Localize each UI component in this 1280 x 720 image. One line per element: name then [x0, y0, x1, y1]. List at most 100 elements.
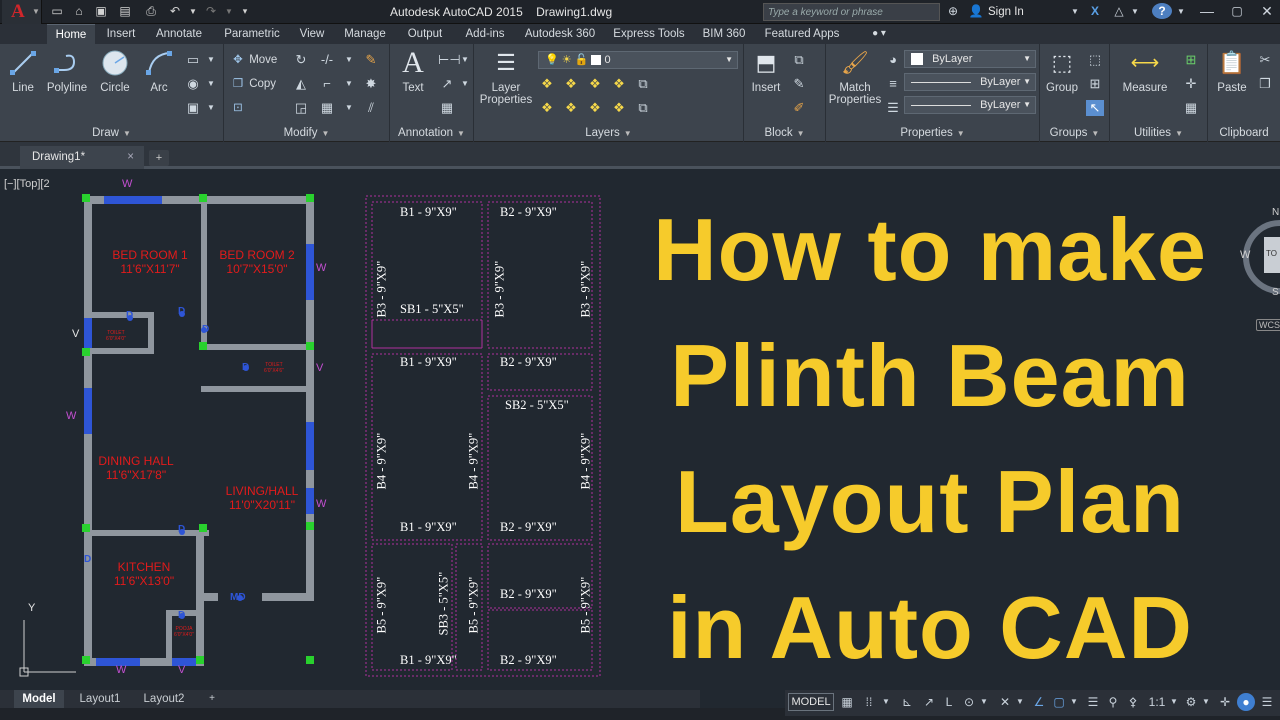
- modify-group-title[interactable]: Modify ▼: [224, 127, 389, 139]
- utilities-group-title[interactable]: Utilities ▼: [1110, 127, 1207, 139]
- trim-icon[interactable]: -/-: [318, 52, 336, 68]
- polar-tracking-icon[interactable]: ⊙: [961, 693, 977, 711]
- scale-icon[interactable]: ◲: [292, 100, 310, 116]
- scale-dropdown-icon[interactable]: ▼: [1169, 693, 1179, 711]
- tab-layout2[interactable]: Layout2: [134, 690, 194, 708]
- fillet-dropdown-icon[interactable]: ▼: [340, 76, 358, 92]
- line-button[interactable]: Line: [6, 48, 40, 94]
- workspace-dropdown-icon[interactable]: ▼: [1201, 693, 1211, 711]
- array-icon[interactable]: ▦: [318, 100, 336, 116]
- layer-tool-3-icon[interactable]: ❖: [586, 76, 604, 92]
- hatch-icon[interactable]: ◉: [184, 76, 202, 92]
- snap-dropdown-icon[interactable]: ▼: [881, 693, 891, 711]
- id-point-icon[interactable]: ✛: [1182, 76, 1200, 92]
- rectangle-icon[interactable]: ▭: [184, 52, 202, 68]
- boundary-icon[interactable]: ▣: [184, 100, 202, 116]
- undo-dropdown-icon[interactable]: ▼: [184, 3, 202, 20]
- boundary-dropdown-icon[interactable]: ▼: [202, 100, 220, 116]
- tab-express-tools[interactable]: Express Tools: [606, 24, 692, 44]
- tab-view[interactable]: View: [292, 24, 332, 44]
- undo-icon[interactable]: ↶: [166, 3, 184, 20]
- maximize-icon[interactable]: ▢: [1226, 3, 1248, 20]
- dynamic-input-icon[interactable]: ↗: [921, 693, 937, 711]
- leader-dropdown-icon[interactable]: ▼: [456, 76, 474, 92]
- lineweight-dropdown[interactable]: ByLayer ▼: [904, 96, 1036, 114]
- drawing-canvas[interactable]: [−][Top][2 BED ROOM 1 11'6"X11'7" BED RO…: [0, 172, 1280, 690]
- leader-icon[interactable]: ↗: [438, 76, 456, 92]
- annotation-group-title[interactable]: Annotation ▼: [390, 127, 473, 139]
- help-dropdown-icon[interactable]: ▼: [1176, 3, 1186, 20]
- close-icon[interactable]: ✕: [1256, 3, 1278, 20]
- table-icon[interactable]: ▦: [438, 100, 456, 116]
- edit-block-icon[interactable]: ✎: [790, 76, 808, 92]
- viewcube-south-label[interactable]: S: [1272, 287, 1279, 298]
- layer-tool-9-icon[interactable]: ❖: [610, 100, 628, 116]
- object-snap-icon[interactable]: ▢: [1051, 693, 1067, 711]
- layer-tool-7-icon[interactable]: ❖: [562, 100, 580, 116]
- osnap-dropdown-icon[interactable]: ▼: [1069, 693, 1079, 711]
- sign-in-button[interactable]: Sign In: [988, 6, 1024, 18]
- save-as-icon[interactable]: ▤: [116, 3, 134, 20]
- layer-tool-5-icon[interactable]: ⧉: [634, 76, 652, 92]
- rotate-icon[interactable]: ↻: [292, 52, 310, 68]
- layer-tool-6-icon[interactable]: ❖: [538, 100, 556, 116]
- model-space-button[interactable]: MODEL: [788, 693, 834, 711]
- group-selection-icon[interactable]: ↖: [1086, 100, 1104, 116]
- infer-constraints-icon[interactable]: ⊾: [899, 693, 915, 711]
- layer-dropdown[interactable]: 💡 ☀ 🔓 0 ▼: [538, 51, 738, 69]
- stay-connected-icon[interactable]: △: [1110, 3, 1128, 20]
- match-properties-button[interactable]: 🖌 Match Properties: [828, 48, 882, 106]
- layer-tool-10-icon[interactable]: ⧉: [634, 100, 652, 116]
- open-file-icon[interactable]: ⌂: [70, 3, 88, 20]
- hatch-dropdown-icon[interactable]: ▼: [202, 76, 220, 92]
- print-icon[interactable]: ⎙: [142, 3, 160, 20]
- binoculars-icon[interactable]: ⊕: [944, 3, 962, 20]
- tab-autodesk-360[interactable]: Autodesk 360: [518, 24, 602, 44]
- lineweight-toggle-icon[interactable]: ☰: [1085, 693, 1101, 711]
- create-block-icon[interactable]: ⧉: [790, 52, 808, 68]
- annotation-scale-icon[interactable]: ⚴: [1125, 693, 1141, 711]
- annotation-monitor-icon[interactable]: ✛: [1217, 693, 1233, 711]
- cut-icon[interactable]: ✂: [1256, 52, 1274, 68]
- tab-parametric[interactable]: Parametric: [216, 24, 288, 44]
- text-button[interactable]: A Text: [394, 48, 432, 95]
- new-tab-button[interactable]: +: [149, 150, 169, 166]
- annotation-scale-value[interactable]: 1:1: [1145, 693, 1169, 711]
- edit-attributes-icon[interactable]: ✐: [790, 100, 808, 116]
- snap-icon[interactable]: ⁞⁞: [861, 693, 877, 711]
- application-menu-button[interactable]: A ▼: [2, 0, 42, 24]
- isolate-objects-icon[interactable]: ●: [1237, 693, 1255, 711]
- grid-icon[interactable]: ▦: [839, 693, 855, 711]
- group-button[interactable]: ⬚ Group: [1042, 48, 1082, 94]
- explode-icon[interactable]: ✸: [362, 76, 380, 92]
- block-group-title[interactable]: Block ▼: [744, 127, 825, 139]
- customization-icon[interactable]: ☰: [1259, 693, 1275, 711]
- viewcube[interactable]: N W S TO WCS: [1240, 207, 1280, 347]
- tab-featured-apps[interactable]: Featured Apps: [756, 24, 848, 44]
- layers-group-title[interactable]: Layers ▼: [474, 127, 743, 139]
- calculator-icon[interactable]: ▦: [1182, 100, 1200, 116]
- array-dropdown-icon[interactable]: ▼: [340, 100, 358, 116]
- layer-tool-1-icon[interactable]: ❖: [538, 76, 556, 92]
- circle-button[interactable]: Circle: [96, 48, 134, 94]
- dimension-icon[interactable]: ⊢⊣: [438, 52, 461, 68]
- copy-clip-icon[interactable]: ❐: [1256, 76, 1274, 92]
- quick-calc-icon[interactable]: ⊞: [1182, 52, 1200, 68]
- arc-button[interactable]: Arc: [142, 48, 176, 94]
- customize-toolbar-icon[interactable]: ▾: [236, 3, 254, 20]
- save-icon[interactable]: ▣: [92, 3, 110, 20]
- mirror-icon[interactable]: ◭: [292, 76, 310, 92]
- polar-dropdown-icon[interactable]: ▼: [979, 693, 989, 711]
- viewcube-west-label[interactable]: W: [1240, 249, 1250, 261]
- tab-output[interactable]: Output: [398, 24, 452, 44]
- close-tab-icon[interactable]: ×: [127, 146, 134, 169]
- tab-bim-360[interactable]: BIM 360: [696, 24, 752, 44]
- ungroup-icon[interactable]: ⬚: [1086, 52, 1104, 68]
- tab-insert[interactable]: Insert: [99, 24, 143, 44]
- minimize-icon[interactable]: —: [1196, 3, 1218, 20]
- trim-dropdown-icon[interactable]: ▼: [340, 52, 358, 68]
- tab-add-ins[interactable]: Add-ins: [456, 24, 514, 44]
- clipboard-group-title[interactable]: Clipboard: [1208, 127, 1280, 139]
- draw-group-title[interactable]: Draw ▼: [0, 127, 223, 139]
- copy-button[interactable]: ❐ Copy: [230, 74, 276, 94]
